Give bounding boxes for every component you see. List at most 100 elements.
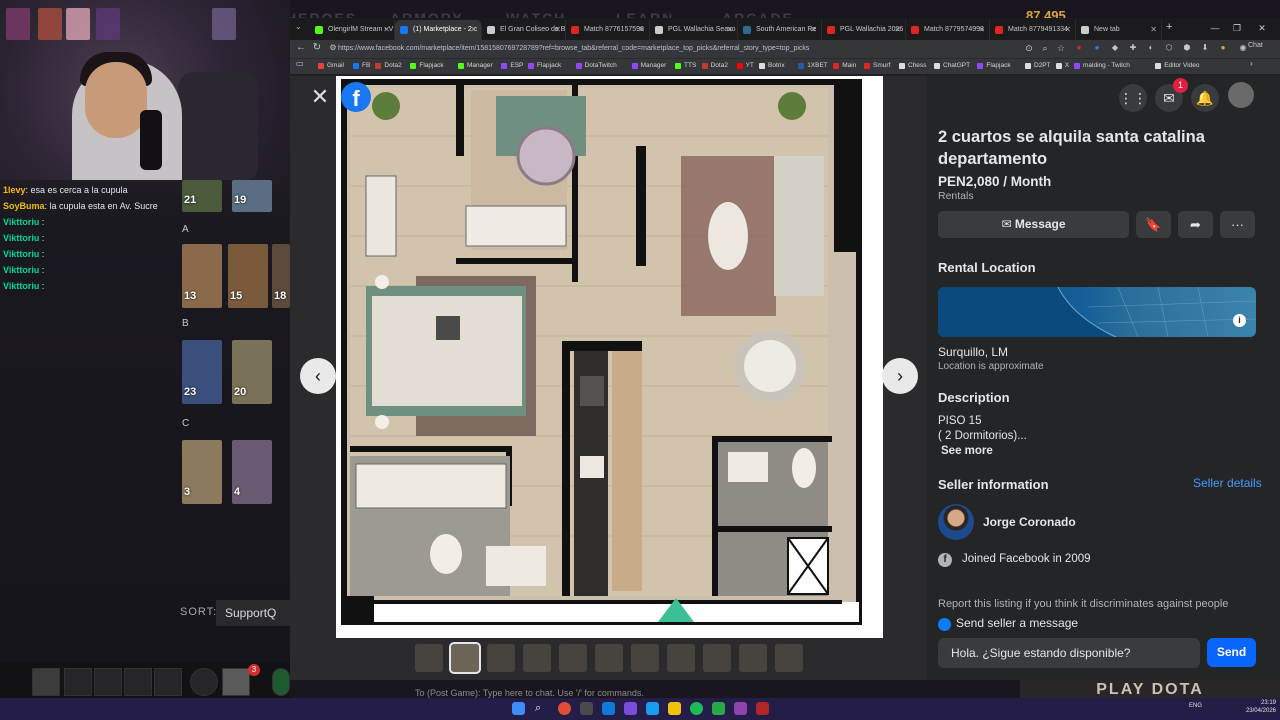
sort-select[interactable]: SupportQ <box>216 600 290 626</box>
bookmark-item[interactable]: Dota2 <box>375 60 402 72</box>
browser-tab[interactable]: South American Re ✕ <box>738 20 822 40</box>
profile-icon[interactable]: ● <box>1216 41 1230 55</box>
more-bookmarks-icon[interactable]: › <box>1250 59 1253 68</box>
bookmark-item[interactable]: X <box>1055 60 1069 72</box>
app-icon[interactable] <box>756 702 769 715</box>
browser-tab[interactable]: New tab ✕ <box>1076 20 1162 40</box>
apps-icon[interactable]: ▭ <box>296 59 304 68</box>
bookmark-item[interactable]: Flapjack <box>528 60 561 72</box>
location-map[interactable] <box>938 287 1256 337</box>
listing-category[interactable]: Rentals <box>938 190 974 202</box>
seller-name[interactable]: Jorge Coronado <box>983 515 1076 529</box>
hero-card[interactable]: 15 <box>228 244 268 308</box>
clock[interactable]: 23:19 23/04/2026 <box>1236 699 1276 715</box>
see-more-link[interactable]: See more <box>941 445 993 457</box>
listing-photo[interactable] <box>336 76 883 638</box>
browser-tab[interactable]: OlengirlM Stream - V ✕ <box>310 20 395 40</box>
translate-icon[interactable]: ⊙ <box>1022 41 1036 55</box>
browser-tab[interactable]: (1) Marketplace - 2 c ✕ <box>395 20 482 40</box>
hud-settings-icon[interactable] <box>190 668 218 696</box>
tab-close-icon[interactable]: ✕ <box>894 20 901 40</box>
photo-thumbnail[interactable] <box>559 644 587 672</box>
tab-close-icon[interactable]: ✕ <box>978 20 985 40</box>
app-icon[interactable] <box>712 702 725 715</box>
hud-slot[interactable] <box>64 668 92 696</box>
bookmark-item[interactable]: D2PT <box>1025 60 1051 72</box>
photo-thumbnail[interactable] <box>739 644 767 672</box>
tab-close-icon[interactable]: ✕ <box>383 20 390 40</box>
new-tab-icon[interactable]: + <box>1166 21 1172 33</box>
message-button[interactable]: ✉ Message <box>938 211 1129 238</box>
chat-username[interactable]: 1levy <box>3 185 26 195</box>
hud-slot[interactable] <box>124 668 152 696</box>
browser-tab[interactable]: Match 8779574993 ✕ <box>906 20 990 40</box>
chat-username[interactable]: Vikttoriu <box>3 281 39 291</box>
hero-card[interactable]: 23 <box>182 340 222 404</box>
extension-icon[interactable]: ⬢ <box>1180 41 1194 55</box>
scrollbar[interactable] <box>1267 76 1280 680</box>
info-icon[interactable]: i <box>1233 314 1246 327</box>
maximize-icon[interactable]: ❐ <box>1227 20 1247 36</box>
hero-card[interactable]: 3 <box>182 440 222 504</box>
tab-close-icon[interactable]: ✕ <box>726 20 733 40</box>
extensions-puzzle-icon[interactable]: ✚ <box>1126 41 1140 55</box>
bell-icon[interactable]: 🔔 <box>1191 84 1219 112</box>
photo-thumbnail[interactable] <box>487 644 515 672</box>
bookmark-item[interactable]: Botrix <box>759 60 785 72</box>
bookmark-item[interactable]: YT <box>736 60 754 72</box>
tab-close-icon[interactable]: ✕ <box>1064 20 1071 40</box>
bookmark-item[interactable]: ChatGPT <box>934 60 970 72</box>
language-indicator[interactable]: ENG <box>1189 703 1202 709</box>
app-icon[interactable] <box>602 702 615 715</box>
chat-username[interactable]: Vikttoriu <box>3 265 39 275</box>
extension-icon[interactable]: ● <box>1072 41 1086 55</box>
search-icon[interactable]: ⌕ <box>535 702 548 715</box>
app-icon[interactable] <box>734 702 747 715</box>
hero-card[interactable]: 19 <box>232 180 272 212</box>
chat-label[interactable]: Chat <box>1248 42 1263 49</box>
bookmark-item[interactable]: Chess <box>899 60 926 72</box>
bookmark-item[interactable]: malding - Twitch <box>1074 60 1130 72</box>
hud-hero-portrait[interactable] <box>32 668 60 696</box>
windows-start-icon[interactable] <box>512 702 525 715</box>
extension-icon[interactable]: ◐ <box>1144 41 1158 55</box>
browser-tab[interactable]: Match 8779491334 ✕ <box>990 20 1076 40</box>
tab-close-icon[interactable]: ✕ <box>638 20 645 40</box>
avatar[interactable] <box>1228 82 1254 108</box>
close-window-icon[interactable]: ✕ <box>1252 20 1272 36</box>
report-listing-text[interactable]: Report this listing if you think it disc… <box>938 598 1258 610</box>
app-icon[interactable] <box>580 702 593 715</box>
facebook-logo-icon[interactable]: f <box>341 82 371 112</box>
hud-slot[interactable] <box>154 668 182 696</box>
tab-close-icon[interactable]: ✕ <box>1150 20 1157 40</box>
bookmark-item[interactable]: Main <box>833 60 856 72</box>
seller-details-link[interactable]: Seller details <box>1193 476 1262 490</box>
bookmark-star-icon[interactable]: ☆ <box>1054 41 1068 55</box>
downloads-icon[interactable]: ⬇ <box>1198 41 1212 55</box>
chat-username[interactable]: SoyBuma <box>3 201 45 211</box>
bookmark-item[interactable]: Editor Video <box>1155 60 1199 72</box>
seller-avatar[interactable] <box>938 504 974 540</box>
message-input[interactable] <box>938 638 1200 668</box>
photo-thumbnail[interactable] <box>449 642 481 674</box>
hero-card[interactable]: 21 <box>182 180 222 212</box>
bookmark-item[interactable]: Manager <box>631 60 666 72</box>
bookmark-item[interactable]: Smurf <box>864 60 890 72</box>
spotify-icon[interactable] <box>690 702 703 715</box>
bookmark-item[interactable]: 1XBET <box>798 60 828 72</box>
hud-play-icon[interactable] <box>272 668 290 696</box>
browser-tab[interactable]: PGL Wallachia Seaso ✕ <box>650 20 738 40</box>
extension-icon[interactable]: ⬡ <box>1162 41 1176 55</box>
play-dota-button[interactable]: PLAY DOTA <box>1020 680 1280 698</box>
bookmark-item[interactable]: Flapjack <box>977 60 1011 72</box>
folder-icon[interactable] <box>668 702 681 715</box>
photo-thumbnail[interactable] <box>415 644 443 672</box>
hero-card[interactable]: 20 <box>232 340 272 404</box>
menu-grid-icon[interactable]: ⋮⋮ <box>1119 84 1147 112</box>
photo-thumbnail[interactable] <box>775 644 803 672</box>
hero-card[interactable]: 13 <box>182 244 222 308</box>
tab-search-icon[interactable]: ⌄ <box>295 22 302 31</box>
bookmark-item[interactable]: TTS <box>675 60 696 72</box>
game-chat-input[interactable]: To (Post Game): Type here to chat. Use '… <box>415 688 644 698</box>
chat-username[interactable]: Vikttoriu <box>3 233 39 243</box>
